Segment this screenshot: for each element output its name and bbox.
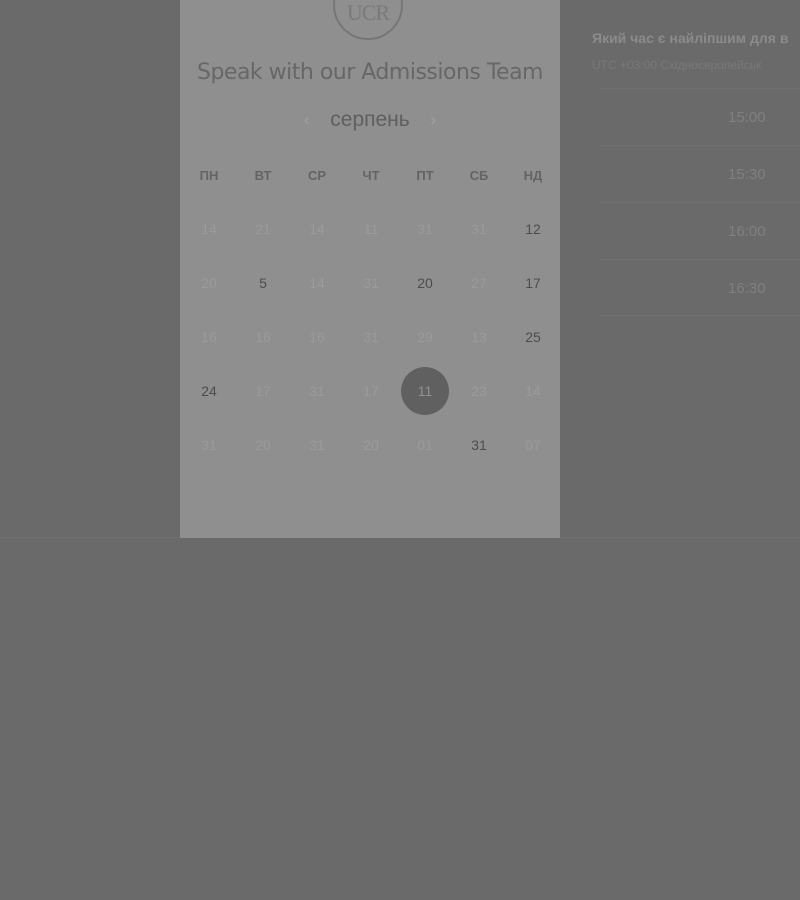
time-panel: Який час є найліпшим для в UTC +03:00 Сх… — [592, 30, 800, 330]
weekday-label: ПТ — [416, 168, 434, 183]
weekday-label: ЧТ — [362, 168, 380, 183]
weekday-label: ПН — [199, 168, 219, 183]
calendar-day-number: 20 — [363, 437, 379, 453]
calendar-day-available[interactable]: 17 — [506, 256, 560, 310]
time-slot-button[interactable]: 16:30 — [598, 259, 800, 316]
calendar-week-row: 14 21 14 11 31 31 12 — [182, 202, 560, 256]
calendar-day-unavailable: 17 — [344, 364, 398, 418]
calendar-day-number: 27 — [471, 275, 487, 291]
calendar-day-unavailable: 31 — [290, 364, 344, 418]
calendar-day-unavailable: 16 — [182, 310, 236, 364]
calendar-day-number: 20 — [201, 275, 217, 291]
calendar-day-number: 29 — [417, 329, 433, 345]
calendar-day-number: 16 — [201, 329, 217, 345]
calendar-day-number: 20 — [417, 275, 433, 291]
calendar-day-number: 17 — [363, 383, 379, 399]
calendar-day-number: 16 — [255, 329, 271, 345]
calendar-day-number: 11 — [363, 221, 379, 237]
calendar-day-number: 17 — [255, 383, 271, 399]
calendar-day-unavailable: 27 — [452, 256, 506, 310]
calendar-day-number: 31 — [471, 221, 487, 237]
calendar-day-available[interactable]: 12 — [506, 202, 560, 256]
calendar-day-number: 24 — [201, 383, 217, 399]
calendar-day-number: 14 — [309, 221, 325, 237]
time-slot-button[interactable]: 15:00 — [598, 88, 800, 145]
calendar-day-number: 25 — [525, 329, 541, 345]
calendar-day-available[interactable]: 25 — [506, 310, 560, 364]
calendar-day-unavailable: 20 — [182, 256, 236, 310]
weekday-label: СР — [307, 168, 327, 183]
calendar-day-number: 16 — [309, 329, 325, 345]
calendar-day-unavailable: 14 — [506, 364, 560, 418]
calendar-day-number: 14 — [525, 383, 541, 399]
calendar-day-unavailable: 14 — [290, 202, 344, 256]
calendar-day-number: 17 — [525, 275, 541, 291]
time-slot-list: 15:00 15:30 16:00 16:30 — [598, 88, 800, 316]
calendar-day-number: 23 — [471, 383, 487, 399]
calendar-day-unavailable: 14 — [182, 202, 236, 256]
calendar-day-unavailable: 31 — [344, 256, 398, 310]
calendar-day-unavailable: 23 — [452, 364, 506, 418]
calendar-day-number: 14 — [201, 221, 217, 237]
timezone-label[interactable]: UTC +03:00 Східноєвропейськ — [592, 58, 800, 72]
calendar-day-number: 07 — [525, 437, 541, 453]
chevron-left-icon[interactable]: ‹ — [288, 110, 326, 131]
calendar-day-number: 31 — [363, 275, 379, 291]
calendar-day-unavailable: 31 — [344, 310, 398, 364]
calendar-day-unavailable: 31 — [290, 418, 344, 472]
time-slot-button[interactable]: 16:00 — [598, 202, 800, 259]
calendar-day-number: 13 — [471, 329, 487, 345]
weekday-label: НД — [523, 168, 543, 183]
calendar-weeks: 14 21 14 11 31 31 12 20 5 14 31 20 27 17 16 16 16 31 29 13 2… — [182, 202, 560, 472]
chevron-right-icon[interactable]: › — [414, 110, 452, 131]
calendar-day-number: 31 — [471, 437, 487, 453]
calendar-day-unavailable: 21 — [236, 202, 290, 256]
calendar-day-unavailable: 16 — [290, 310, 344, 364]
calendar-day-unavailable: 31 — [398, 202, 452, 256]
month-navigation: ‹ серпень › — [180, 108, 560, 136]
calendar-day-number: 11 — [417, 383, 433, 399]
month-label: серпень — [330, 108, 410, 131]
calendar-week-row: 20 5 14 31 20 27 17 — [182, 256, 560, 310]
calendar-week-row: 24 17 31 17 11 23 14 — [182, 364, 560, 418]
calendar-day-unavailable: 29 — [398, 310, 452, 364]
calendar-day-unavailable: 31 — [452, 202, 506, 256]
calendar-day-number: 21 — [255, 221, 271, 237]
calendar-day-available[interactable]: 5 — [236, 256, 290, 310]
logo-text: UCR — [346, 0, 390, 25]
calendar-day-selected[interactable]: 11 — [398, 364, 452, 418]
calendar-day-number: 20 — [255, 437, 271, 453]
calendar-day-unavailable: 17 — [236, 364, 290, 418]
calendar-day-unavailable: 07 — [506, 418, 560, 472]
weekday-label: ВТ — [254, 168, 272, 183]
time-slot-button[interactable]: 15:30 — [598, 145, 800, 202]
calendar-week-row: 16 16 16 31 29 13 25 — [182, 310, 560, 364]
time-panel-title: Який час є найліпшим для в — [592, 30, 789, 46]
calendar-day-unavailable: 31 — [182, 418, 236, 472]
calendar-day-number: 5 — [259, 275, 267, 291]
calendar-day-number: 31 — [417, 221, 433, 237]
calendar-day-available[interactable]: 24 — [182, 364, 236, 418]
calendar-day-number: 01 — [417, 437, 433, 453]
weekday-header: ПН ВТ СР ЧТ ПТ СБ НД — [182, 150, 560, 202]
calendar-day-unavailable: 11 — [344, 202, 398, 256]
calendar-day-number: 12 — [525, 221, 541, 237]
calendar-day-unavailable: 16 — [236, 310, 290, 364]
calendar-grid: ПН ВТ СР ЧТ ПТ СБ НД 14 21 14 11 31 31 12 20 5 14… — [182, 150, 560, 472]
calendar-day-unavailable: 13 — [452, 310, 506, 364]
weekday-label: СБ — [469, 168, 489, 183]
calendar-day-unavailable: 20 — [236, 418, 290, 472]
calendar-day-number: 31 — [309, 437, 325, 453]
calendar-day-unavailable: 20 — [344, 418, 398, 472]
calendar-day-number: 14 — [309, 275, 325, 291]
calendar-day-available[interactable]: 31 — [452, 418, 506, 472]
page-title: Speak with our Admissions Team — [196, 60, 544, 85]
calendar-day-number: 31 — [201, 437, 217, 453]
calendar-day-number: 31 — [363, 329, 379, 345]
calendar-day-available[interactable]: 20 — [398, 256, 452, 310]
calendar-week-row: 31 20 31 20 01 31 07 — [182, 418, 560, 472]
calendar-day-unavailable: 14 — [290, 256, 344, 310]
calendar-day-number: 31 — [309, 383, 325, 399]
calendar-day-unavailable: 01 — [398, 418, 452, 472]
